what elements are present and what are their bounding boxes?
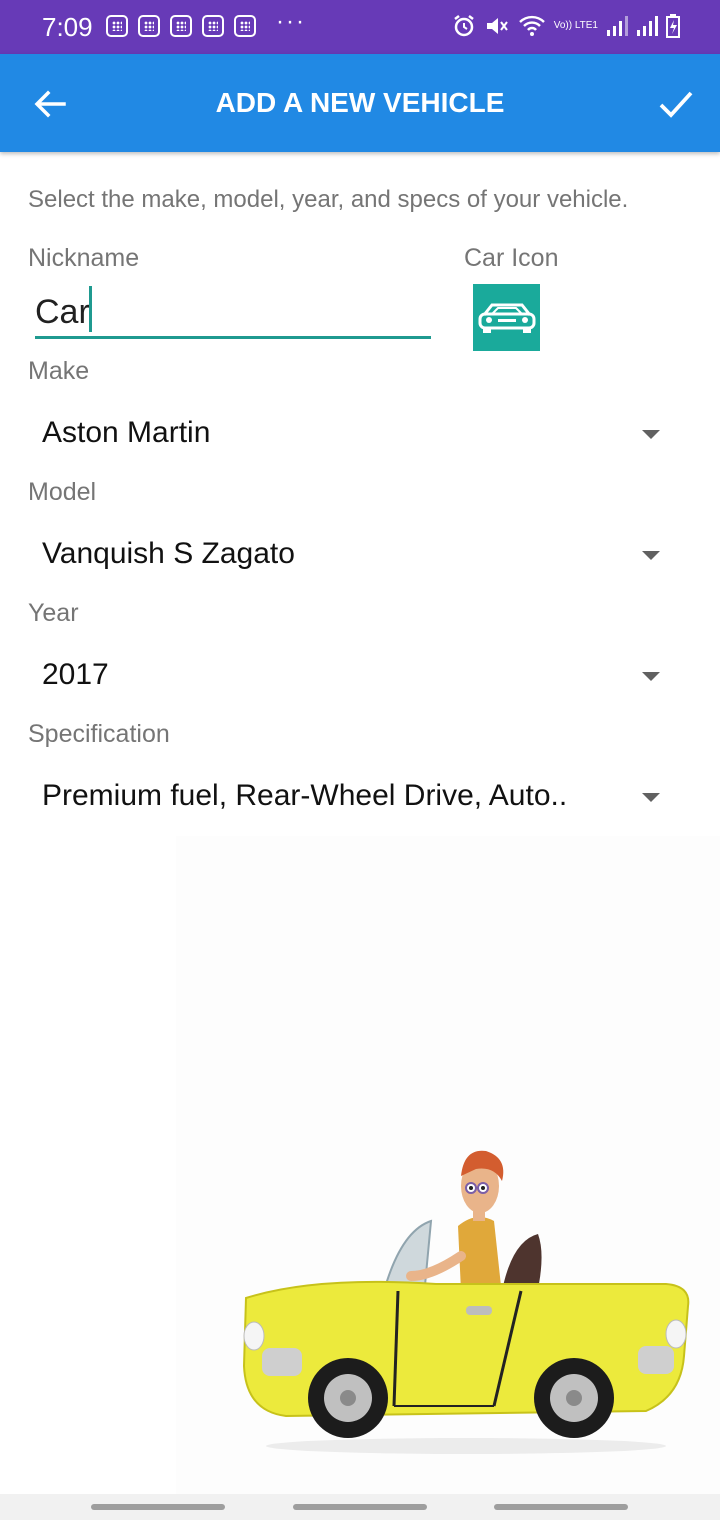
network-type-label: Vo)) LTE1 xyxy=(553,20,598,31)
status-time: 7:09 xyxy=(42,12,93,42)
status-system-icons: Vo)) LTE1 xyxy=(452,14,680,38)
calculator-icon xyxy=(202,15,224,37)
signal-icon xyxy=(607,16,628,36)
nav-home-button[interactable] xyxy=(293,1504,427,1510)
nav-back-button[interactable] xyxy=(494,1504,628,1510)
battery-icon xyxy=(666,14,680,38)
year-label: Year xyxy=(28,599,79,627)
instructions-text: Select the make, model, year, and specs … xyxy=(28,186,629,213)
calculator-icon xyxy=(170,15,192,37)
dropdown-arrow-icon xyxy=(642,672,660,681)
nickname-input[interactable] xyxy=(35,285,431,339)
make-value: Aston Martin xyxy=(42,416,211,449)
car-icon-label: Car Icon xyxy=(464,244,559,272)
alarm-icon xyxy=(453,15,474,37)
specification-dropdown[interactable]: Premium fuel, Rear-Wheel Drive, Auto.. xyxy=(28,767,692,827)
year-value: 2017 xyxy=(42,658,109,691)
car-illustration-drawing xyxy=(242,1150,690,1454)
nav-recents-button[interactable] xyxy=(91,1504,225,1510)
app-toolbar: ADD A NEW VEHICLE xyxy=(0,54,720,152)
calculator-icon xyxy=(138,15,160,37)
car-illustration xyxy=(176,836,720,1496)
save-button[interactable] xyxy=(656,84,696,124)
make-dropdown[interactable]: Aston Martin xyxy=(28,404,692,464)
checkmark-icon xyxy=(659,91,693,118)
nickname-label: Nickname xyxy=(28,244,140,272)
specification-label: Specification xyxy=(28,720,170,748)
more-notifications-icon: ··· xyxy=(276,8,306,35)
dropdown-arrow-icon xyxy=(642,551,660,560)
model-value: Vanquish S Zagato xyxy=(42,537,295,570)
car-icon xyxy=(478,303,535,333)
make-label: Make xyxy=(28,357,90,385)
status-notification-icons xyxy=(106,15,256,37)
system-navigation-bar xyxy=(0,1494,720,1520)
dropdown-arrow-icon xyxy=(642,793,660,802)
model-dropdown[interactable]: Vanquish S Zagato xyxy=(28,525,692,585)
dropdown-arrow-icon xyxy=(642,430,660,439)
model-label: Model xyxy=(28,478,97,506)
calculator-icon xyxy=(234,15,256,37)
mute-icon xyxy=(486,18,508,34)
page-title: ADD A NEW VEHICLE xyxy=(215,87,505,118)
calculator-icon xyxy=(106,15,128,37)
status-bar: 7:09 ··· Vo)) LTE1 xyxy=(0,0,720,54)
wifi-icon xyxy=(518,15,545,36)
text-cursor xyxy=(89,286,92,332)
specification-value: Premium fuel, Rear-Wheel Drive, Auto.. xyxy=(42,779,568,812)
year-dropdown[interactable]: 2017 xyxy=(28,646,692,706)
car-icon-picker-button[interactable] xyxy=(473,284,540,351)
signal-icon xyxy=(637,16,658,36)
